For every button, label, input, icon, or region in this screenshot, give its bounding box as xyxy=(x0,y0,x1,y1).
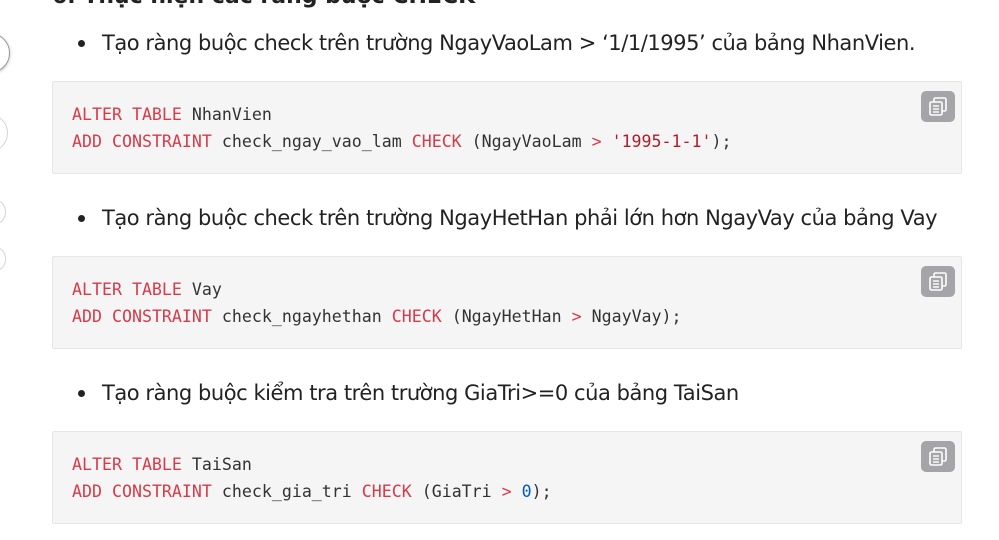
bullet-item: Tạo ràng buộc kiểm tra trên trường GiaTr… xyxy=(78,379,739,407)
check-expression-left: (GiaTri xyxy=(421,482,492,501)
code-block: ALTER TABLE NhanVien ADD CONSTRAINT chec… xyxy=(52,81,962,174)
check-expression-left: (NgayHetHan xyxy=(451,307,562,326)
code-content: ALTER TABLE NhanVien ADD CONSTRAINT chec… xyxy=(72,101,731,155)
statement-end: ); xyxy=(711,132,732,151)
constraint-name: check_ngayhethan xyxy=(221,307,382,326)
code-block: ALTER TABLE TaiSan ADD CONSTRAINT check_… xyxy=(52,431,962,524)
section-heading: 6. Thực hiện các ràng buộc CHECK xyxy=(52,0,475,8)
sql-keyword: CONSTRAINT xyxy=(111,307,212,326)
code-block: ALTER TABLE Vay ADD CONSTRAINT check_nga… xyxy=(52,256,962,349)
copy-icon xyxy=(929,447,947,466)
table-name: NhanVien xyxy=(191,105,272,124)
sql-keyword: ADD xyxy=(72,307,102,326)
sql-keyword: TABLE xyxy=(131,105,182,124)
operator: > xyxy=(501,482,512,501)
bullet-item: Tạo ràng buộc check trên trường NgayHetH… xyxy=(78,204,938,232)
column-reference: NgayVay xyxy=(591,307,662,326)
side-action-button[interactable] xyxy=(0,114,8,152)
side-share-button[interactable] xyxy=(0,33,10,73)
code-content: ALTER TABLE Vay ADD CONSTRAINT check_nga… xyxy=(72,276,682,330)
operator: > xyxy=(571,307,582,326)
bullet-item: Tạo ràng buộc check trên trường NgayVaoL… xyxy=(78,29,916,57)
sql-keyword: ADD xyxy=(72,482,102,501)
sql-keyword: ALTER xyxy=(72,280,122,299)
constraint-name: check_ngay_vao_lam xyxy=(221,132,402,151)
sql-keyword: ADD xyxy=(72,132,102,151)
sql-keyword: CHECK xyxy=(391,307,442,326)
sql-keyword: CONSTRAINT xyxy=(111,132,212,151)
table-name: TaiSan xyxy=(191,455,252,474)
statement-end: ); xyxy=(661,307,682,326)
bullet-text: Tạo ràng buộc check trên trường NgayVaoL… xyxy=(102,31,916,55)
side-action-button[interactable] xyxy=(0,200,6,224)
sql-keyword: TABLE xyxy=(131,280,182,299)
copy-button[interactable] xyxy=(921,91,955,122)
constraint-name: check_gia_tri xyxy=(221,482,352,501)
check-expression-left: (NgayVaoLam xyxy=(471,132,582,151)
code-content: ALTER TABLE TaiSan ADD CONSTRAINT check_… xyxy=(72,451,552,505)
operator: > xyxy=(591,132,602,151)
string-literal: '1995-1-1' xyxy=(611,132,712,151)
sql-keyword: ALTER xyxy=(72,455,122,474)
number-literal: 0 xyxy=(521,482,532,501)
statement-end: ); xyxy=(531,482,552,501)
copy-button[interactable] xyxy=(921,266,955,297)
sql-keyword: ALTER xyxy=(72,105,122,124)
copy-icon xyxy=(929,272,947,291)
sql-keyword: TABLE xyxy=(131,455,182,474)
table-name: Vay xyxy=(191,280,222,299)
bullet-text: Tạo ràng buộc check trên trường NgayHetH… xyxy=(102,206,938,230)
copy-icon xyxy=(929,97,947,116)
sql-keyword: CHECK xyxy=(411,132,462,151)
copy-button[interactable] xyxy=(921,441,955,472)
sql-keyword: CHECK xyxy=(361,482,412,501)
side-action-button[interactable] xyxy=(0,247,6,271)
sql-keyword: CONSTRAINT xyxy=(111,482,212,501)
bullet-text: Tạo ràng buộc kiểm tra trên trường GiaTr… xyxy=(102,381,739,405)
